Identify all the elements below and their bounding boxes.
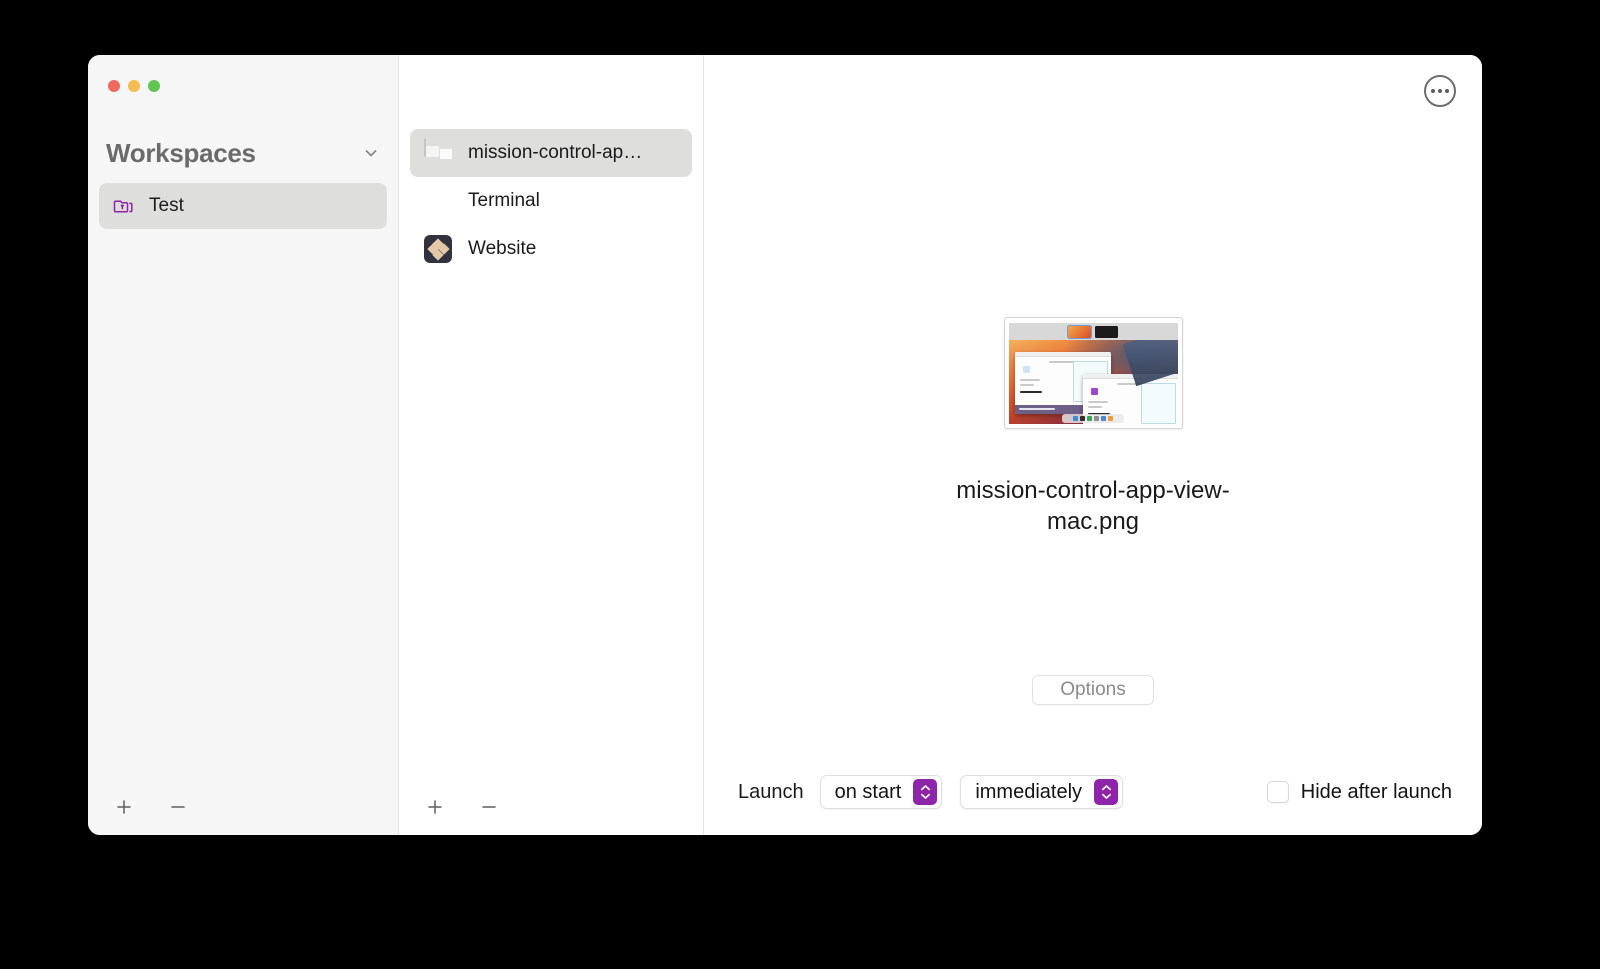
window-traffic-lights [108,80,160,92]
folder-stack-icon [113,195,135,217]
close-window-button[interactable] [108,80,120,92]
add-app-button[interactable] [413,789,457,825]
page-title: Workspaces [106,137,256,168]
missing-app-circle-x-icon [424,187,452,215]
space-thumb-active [1067,324,1092,339]
mission-control-screenshot-preview[interactable] [1003,317,1183,429]
list-item-terminal[interactable]: Terminal [410,177,692,225]
ellipsis-circle-icon[interactable] [1424,75,1456,107]
hide-after-launch-group[interactable]: Hide after launch [1266,780,1452,804]
desktop-wallpaper [1008,340,1178,424]
hide-after-launch-label: Hide after launch [1300,780,1452,803]
launch-when-value: on start [834,780,902,803]
workspaces-list: Test [88,183,398,229]
preview-filename: mission-control-app-view-mac.png [956,477,1230,535]
sidebar-item-test[interactable]: Test [99,183,387,229]
spaces-bar [1008,323,1178,340]
sidebar-item-label: Test [149,195,184,216]
list-item-label: mission-control-ap… [468,142,643,163]
space-thumb-secondary [1095,325,1118,338]
launch-label: Launch [738,780,804,803]
app-window: Workspaces Test mission-control-ap… Term… [88,55,1482,835]
minimize-window-button[interactable] [128,80,140,92]
app-list-footer-toolbar [399,779,703,835]
workspaces-sidebar: Workspaces Test [88,55,399,835]
list-item-website[interactable]: Website [410,225,692,273]
launch-delay-value: immediately [975,780,1083,803]
dock [1062,414,1124,423]
remove-workspace-button[interactable] [156,789,200,825]
website-diamond-icon [424,235,452,263]
list-item-label: Terminal [468,190,540,211]
chevron-updown-icon[interactable] [1094,779,1119,805]
launch-delay-select[interactable]: immediately [960,775,1124,809]
app-list-column: mission-control-ap… Terminal Website [399,55,704,835]
detail-pane: mission-control-app-view-mac.png Options… [704,55,1482,835]
launch-when-select[interactable]: on start [819,775,943,809]
chevron-down-icon[interactable] [362,144,380,162]
sidebar-footer-toolbar [88,779,398,835]
maximize-window-button[interactable] [148,80,160,92]
list-item-label: Website [468,238,537,259]
app-list: mission-control-ap… Terminal Website [399,129,703,273]
preview-section: mission-control-app-view-mac.png [704,317,1482,537]
options-button[interactable]: Options [1032,675,1154,705]
remove-app-button[interactable] [467,789,511,825]
hide-after-launch-checkbox[interactable] [1266,781,1289,803]
sidebar-header: Workspaces [88,133,398,173]
list-item-mission-control[interactable]: mission-control-ap… [410,129,692,177]
screenshot-thumbnail-icon [424,138,452,167]
add-workspace-button[interactable] [102,789,146,825]
launch-settings-row: Launch on start immediately Hide after l… [738,775,1452,809]
chevron-updown-icon[interactable] [913,779,938,805]
